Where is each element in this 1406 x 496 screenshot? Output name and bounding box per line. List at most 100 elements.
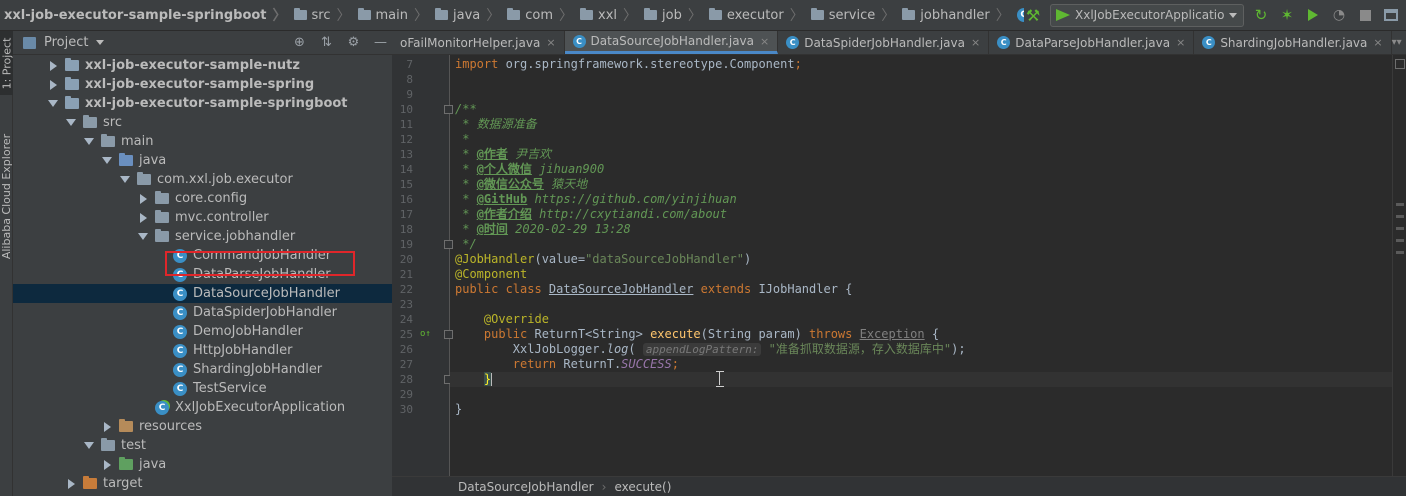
line-number: 20	[399, 253, 413, 266]
editor-tab[interactable]: C DataSourceJobHandler.java ×	[564, 31, 779, 54]
line-number: 10	[399, 103, 413, 116]
stripe-mark[interactable]	[1396, 215, 1404, 218]
tree-item[interactable]: java	[13, 151, 392, 170]
breadcrumb-method[interactable]: execute()	[614, 480, 671, 494]
tree-item[interactable]: src	[13, 113, 392, 132]
project-structure-icon[interactable]	[1382, 6, 1400, 24]
editor-tab[interactable]: C ShardingJobHandler.java ×	[1194, 31, 1392, 54]
code-area[interactable]: import org.springframework.stereotype.Co…	[450, 55, 1406, 476]
run-play-icon[interactable]	[1304, 6, 1322, 24]
tree-item[interactable]: xxl-job-executor-sample-nutz	[13, 56, 392, 75]
fold-marker-icon[interactable]	[444, 105, 453, 114]
breadcrumb-item[interactable]: com 〉	[503, 0, 576, 31]
rerun-icon[interactable]: ↻	[1252, 6, 1270, 24]
close-tab-icon[interactable]: ×	[1373, 36, 1382, 49]
tree-item[interactable]: resources	[13, 417, 392, 436]
fold-marker-icon[interactable]	[444, 240, 453, 249]
code-token: DataSourceJobHandler	[548, 282, 694, 296]
tree-item[interactable]: C ShardingJobHandler	[13, 360, 392, 379]
breadcrumb-item[interactable]: jobhandler 〉	[898, 0, 1012, 31]
override-method-icon[interactable]: o↑	[420, 329, 431, 339]
tree-item[interactable]: C DemoJobHandler	[13, 322, 392, 341]
close-tab-icon[interactable]: ×	[971, 36, 980, 49]
close-tab-icon[interactable]: ×	[1176, 36, 1185, 49]
fold-marker-icon[interactable]	[444, 330, 453, 339]
gear-icon[interactable]: ⚙	[346, 35, 361, 50]
coverage-icon[interactable]: ◔	[1330, 6, 1348, 24]
close-tab-icon[interactable]: ×	[546, 36, 555, 49]
locate-crosshair-icon[interactable]: ⊕	[292, 35, 307, 50]
breadcrumb-item[interactable]: CDataSourceJobHandler	[1013, 0, 1024, 31]
tree-item[interactable]: service.jobhandler	[13, 227, 392, 246]
folder-icon	[119, 419, 133, 432]
collapsed-arrow-icon[interactable]	[138, 189, 148, 208]
line-number: 17	[399, 208, 413, 221]
collapsed-arrow-icon[interactable]	[48, 56, 58, 75]
breadcrumb-item[interactable]: service 〉	[807, 0, 899, 31]
tree-item[interactable]: main	[13, 132, 392, 151]
tree-item[interactable]: C XxlJobExecutorApplication	[13, 398, 392, 417]
code-token: Component	[729, 57, 795, 71]
tree-item[interactable]: C TestService	[13, 379, 392, 398]
expanded-arrow-icon[interactable]	[102, 151, 112, 170]
code-line: * @GitHub https://github.com/yinjihuan	[455, 192, 737, 207]
build-hammer-icon[interactable]: ⚒	[1024, 6, 1042, 25]
collapsed-arrow-icon[interactable]	[138, 208, 148, 227]
breadcrumb-item[interactable]: main 〉	[354, 0, 431, 31]
expanded-arrow-icon[interactable]	[48, 94, 58, 113]
breadcrumb-item[interactable]: xxl 〉	[576, 0, 640, 31]
tabs-overflow-icon[interactable]: ▾▾	[1392, 31, 1406, 54]
editor-tab[interactable]: oFailMonitorHelper.java ×	[392, 31, 565, 54]
tree-item[interactable]: java	[13, 455, 392, 474]
editor-tab[interactable]: C DataSpiderJobHandler.java ×	[778, 31, 990, 54]
hide-minus-icon[interactable]: —	[373, 35, 388, 50]
tree-item[interactable]: C DataSpiderJobHandler	[13, 303, 392, 322]
code-editor[interactable]: 7 8 9 10 11 12 13 14 15 16 17 18 19 20 21 22 23 24 25 26 27 2…	[392, 55, 1406, 476]
code-token: log	[606, 342, 629, 356]
tree-item[interactable]: test	[13, 436, 392, 455]
expanded-arrow-icon[interactable]	[138, 227, 148, 246]
breadcrumb-item[interactable]: xxl-job-executor-sample-springboot 〉	[4, 0, 290, 31]
project-tool-tab[interactable]: 1: Project	[0, 31, 13, 95]
tree-item[interactable]: target	[13, 474, 392, 493]
stripe-mark[interactable]	[1396, 239, 1404, 242]
chevron-down-icon[interactable]	[96, 40, 105, 45]
tree-item[interactable]: C HttpJobHandler	[13, 341, 392, 360]
expanded-arrow-icon[interactable]	[84, 132, 94, 151]
tree-item[interactable]: core.config	[13, 189, 392, 208]
debug-bug-icon[interactable]: ✶	[1278, 6, 1296, 24]
editor-tab[interactable]: C DataParseJobHandler.java ×	[989, 31, 1195, 54]
chevron-right-icon: 〉	[687, 8, 702, 24]
expanded-arrow-icon[interactable]	[66, 113, 76, 132]
tree-item[interactable]: com.xxl.job.executor	[13, 170, 392, 189]
collapsed-arrow-icon[interactable]	[66, 474, 76, 493]
close-tab-icon[interactable]: ×	[760, 35, 769, 48]
breadcrumb-item[interactable]: src 〉	[290, 0, 354, 31]
run-configuration-select[interactable]: XxlJobExecutorApplication	[1050, 3, 1244, 27]
class-icon: C	[173, 305, 187, 320]
tree-item[interactable]: mvc.controller	[13, 208, 392, 227]
expanded-arrow-icon[interactable]	[120, 170, 130, 189]
tree-item[interactable]: xxl-job-executor-sample-spring	[13, 75, 392, 94]
collapsed-arrow-icon[interactable]	[102, 417, 112, 436]
tree-item-label: HttpJobHandler	[193, 343, 293, 358]
breadcrumb-item[interactable]: job 〉	[640, 0, 705, 31]
stripe-mark[interactable]	[1396, 203, 1404, 206]
breadcrumb-item[interactable]: java 〉	[431, 0, 503, 31]
stripe-mark[interactable]	[1396, 251, 1404, 254]
breadcrumb-class[interactable]: DataSourceJobHandler	[458, 480, 594, 494]
stripe-mark[interactable]	[1396, 227, 1404, 230]
breadcrumb-item[interactable]: executor 〉	[705, 0, 807, 31]
inspection-status-icon[interactable]	[1395, 59, 1405, 69]
collapsed-arrow-icon[interactable]	[102, 455, 112, 474]
collapse-all-icon[interactable]: ⇅	[319, 35, 334, 50]
tree-item[interactable]: C DataSourceJobHandler	[13, 284, 392, 303]
folder-icon	[293, 8, 307, 20]
expanded-arrow-icon[interactable]	[84, 436, 94, 455]
chevron-right-icon: 〉	[486, 8, 501, 24]
collapsed-arrow-icon[interactable]	[48, 75, 58, 94]
project-panel-title[interactable]: Project	[44, 35, 88, 50]
stop-icon[interactable]	[1356, 6, 1374, 24]
alibaba-cloud-explorer-tab[interactable]: Alibaba Cloud Explorer	[0, 131, 13, 261]
tree-item[interactable]: xxl-job-executor-sample-springboot	[13, 94, 392, 113]
